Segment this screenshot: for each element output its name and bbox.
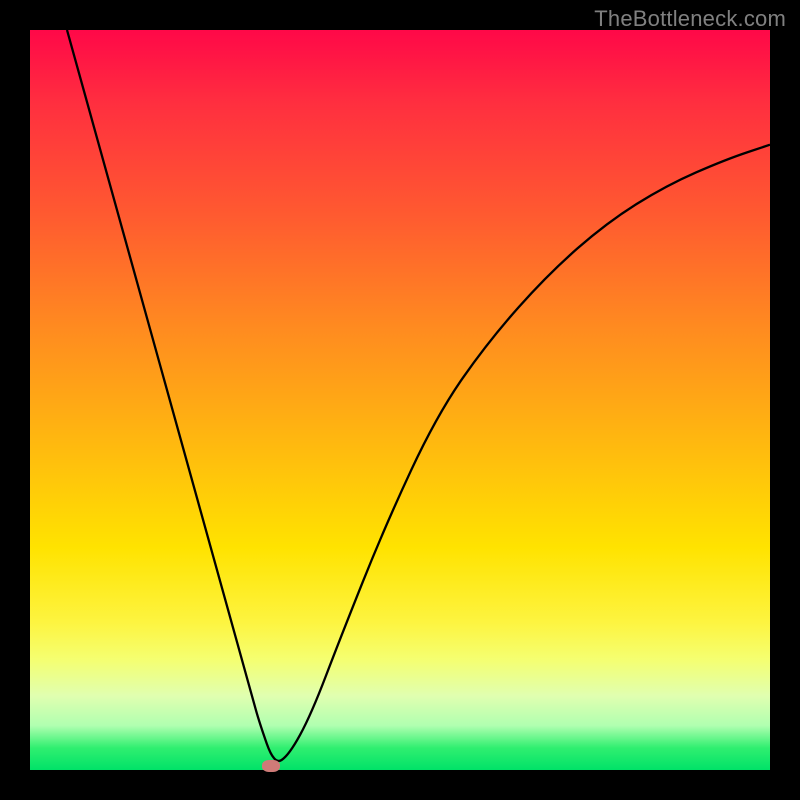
minimum-marker: [262, 760, 280, 772]
chart-canvas: TheBottleneck.com: [0, 0, 800, 800]
curve-layer: [30, 30, 770, 770]
plot-area: [30, 30, 770, 770]
bottleneck-curve: [67, 30, 770, 761]
watermark-text: TheBottleneck.com: [594, 6, 786, 32]
